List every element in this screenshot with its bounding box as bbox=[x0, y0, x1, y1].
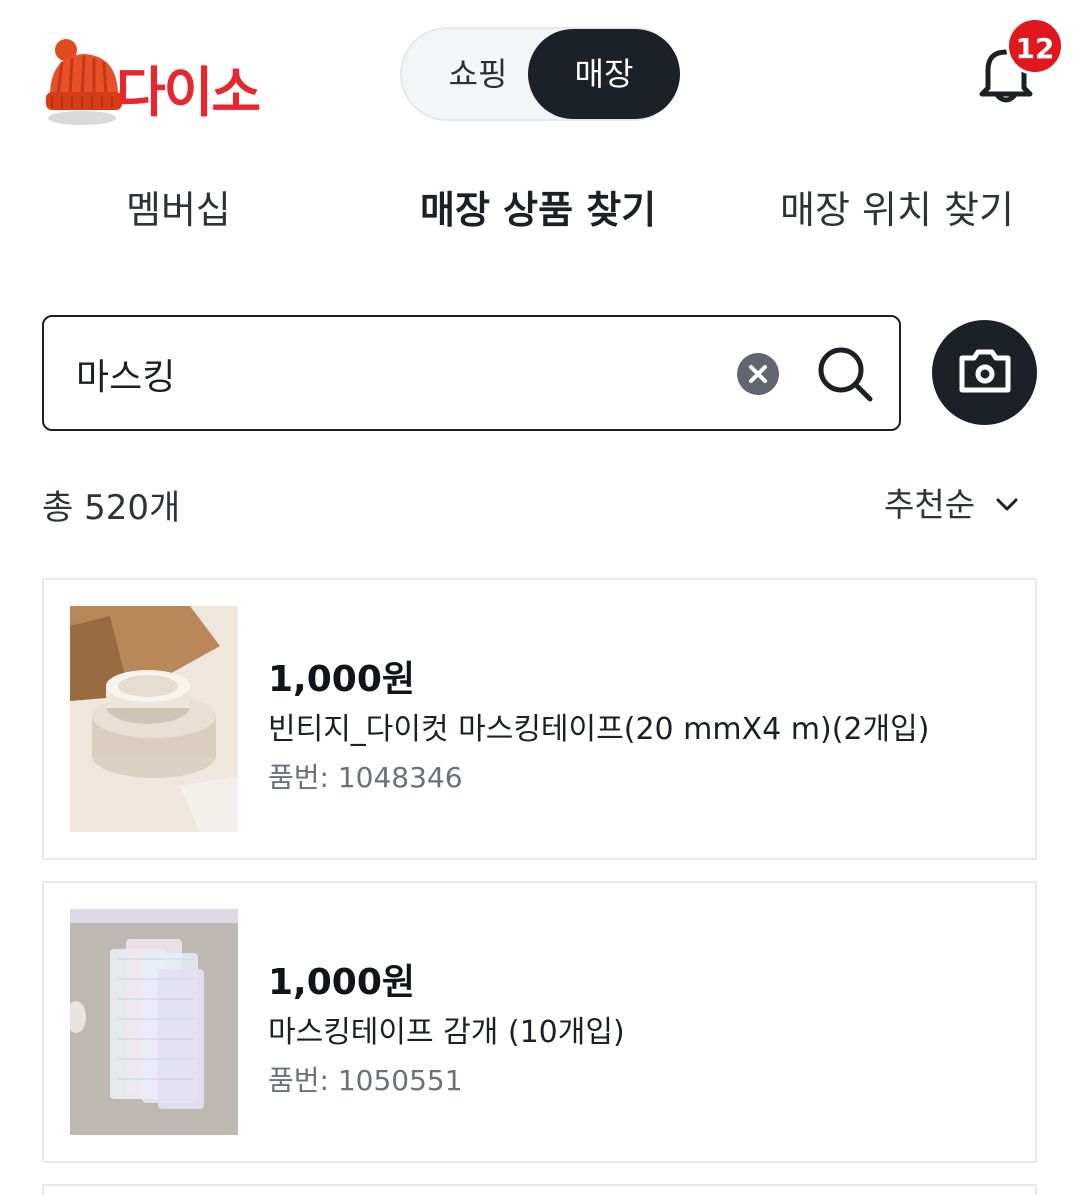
clear-search-button[interactable] bbox=[737, 353, 779, 395]
product-price: 1,000원 bbox=[268, 659, 415, 700]
chevron-down-icon bbox=[996, 498, 1018, 511]
search-input[interactable] bbox=[76, 341, 716, 407]
camera-search-button[interactable] bbox=[932, 320, 1037, 425]
tab-store-location-search[interactable]: 매장 위치 찾기 bbox=[780, 180, 1014, 240]
notification-badge: 12 bbox=[1006, 17, 1064, 75]
sort-dropdown[interactable]: 추천순 bbox=[884, 478, 1018, 528]
product-card[interactable] bbox=[42, 1184, 1037, 1195]
toggle-shopping[interactable]: 쇼핑 bbox=[408, 29, 548, 119]
sort-label: 추천순 bbox=[884, 485, 976, 524]
close-icon bbox=[749, 365, 767, 383]
product-price: 1,000원 bbox=[268, 962, 415, 1003]
product-image bbox=[70, 606, 238, 832]
mode-toggle[interactable]: 쇼핑 매장 bbox=[400, 27, 680, 121]
product-name: 빈티지_다이컷 마스킹테이프(20 mmX4 m)(2개입) bbox=[268, 712, 930, 747]
product-card[interactable]: 1,000원 빈티지_다이컷 마스킹테이프(20 mmX4 m)(2개입) 품번… bbox=[42, 578, 1037, 860]
beanie-logo-icon bbox=[46, 39, 122, 125]
search-bar bbox=[42, 315, 901, 431]
product-name: 마스킹테이프 감개 (10개입) bbox=[268, 1015, 625, 1050]
app-header: 다이소 쇼핑 매장 12 bbox=[0, 0, 1080, 150]
product-image bbox=[70, 909, 238, 1135]
product-card[interactable]: 1,000원 마스킹테이프 감개 (10개입) 품번: 1050551 bbox=[42, 881, 1037, 1163]
search-icon[interactable] bbox=[816, 345, 874, 403]
product-code: 품번: 1048346 bbox=[268, 761, 463, 794]
daiso-logo[interactable]: 다이소 bbox=[44, 36, 294, 128]
toggle-store[interactable]: 매장 bbox=[528, 29, 680, 119]
camera-icon bbox=[959, 349, 1011, 393]
product-code: 품번: 1050551 bbox=[268, 1064, 463, 1097]
sub-navigation: 멤버십 매장 상품 찾기 매장 위치 찾기 bbox=[0, 180, 1080, 240]
result-count: 총 520개 bbox=[42, 488, 181, 528]
tab-membership[interactable]: 멤버십 bbox=[126, 180, 231, 240]
logo-text: 다이소 bbox=[116, 61, 261, 124]
tab-store-product-search[interactable]: 매장 상품 찾기 bbox=[420, 180, 656, 240]
